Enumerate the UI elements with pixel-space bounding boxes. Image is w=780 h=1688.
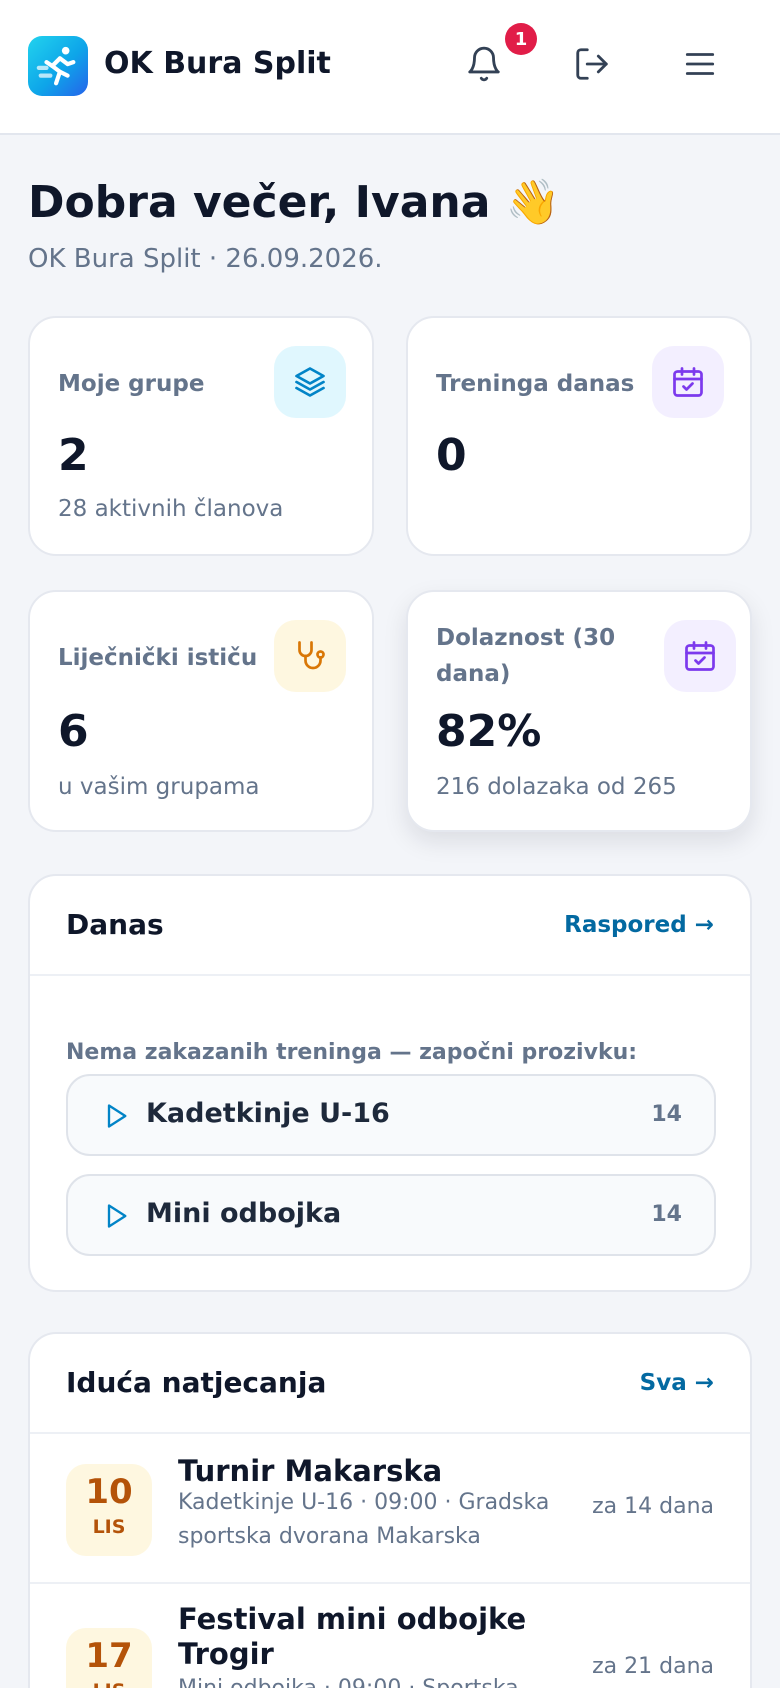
date-month: LIS bbox=[66, 1680, 152, 1688]
stat-sub: u vašim grupama bbox=[58, 774, 260, 800]
stat-label: Treninga danas bbox=[436, 371, 635, 397]
runner-logo-icon[interactable] bbox=[28, 36, 88, 96]
stat-card-trainings-today[interactable]: Treninga danas 0 bbox=[406, 316, 752, 556]
notification-badge: 1 bbox=[505, 23, 537, 55]
competition-meta: Mini odbojka · 09:00 · Sportska dvorana … bbox=[178, 1672, 568, 1688]
group-name: Mini odbojka bbox=[146, 1198, 342, 1229]
group-member-count: 14 bbox=[651, 1102, 682, 1127]
start-rollcall-kadetkinje[interactable]: Kadetkinje U-16 14 bbox=[66, 1074, 716, 1156]
all-competitions-link[interactable]: Sva → bbox=[640, 1370, 714, 1396]
stat-value: 2 bbox=[58, 430, 89, 481]
stat-label: Liječnički ističu bbox=[58, 645, 258, 671]
date-badge: 10 LIS bbox=[66, 1464, 152, 1556]
competition-title: Turnir Makarska bbox=[178, 1454, 443, 1488]
today-title: Danas bbox=[66, 908, 164, 941]
stat-sub: 216 dolazaka od 265 bbox=[436, 774, 677, 800]
schedule-link[interactable]: Raspored → bbox=[564, 912, 714, 938]
competition-title: Festival mini odbojke Trogir bbox=[178, 1602, 527, 1671]
group-name: Kadetkinje U-16 bbox=[146, 1098, 390, 1129]
today-panel: Danas Raspored → Nema zakazanih treninga… bbox=[28, 874, 752, 1292]
stat-value: 82% bbox=[436, 706, 542, 757]
bell-icon bbox=[468, 46, 500, 82]
stat-card-medicals-expiring[interactable]: Liječnički ističu 6 u vašim grupama bbox=[28, 590, 374, 832]
stat-value: 6 bbox=[58, 706, 89, 757]
date-badge: 17 LIS bbox=[66, 1628, 152, 1688]
date-day: 10 bbox=[85, 1472, 133, 1512]
stat-label: Moje grupe bbox=[58, 371, 205, 397]
play-icon bbox=[107, 1204, 127, 1228]
menu-button[interactable] bbox=[668, 32, 732, 96]
competition-item[interactable]: 10 LIS Turnir Makarska Kadetkinje U-16 ·… bbox=[30, 1434, 750, 1584]
stat-label: Dolaznost (30 dana) bbox=[436, 625, 616, 687]
layers-icon bbox=[274, 346, 346, 418]
greeting-title: Dobra večer, Ivana 👋 bbox=[28, 177, 561, 228]
calendar-check-icon bbox=[664, 620, 736, 692]
logout-button[interactable] bbox=[560, 32, 624, 96]
greeting-subtitle: OK Bura Split · 26.09.2026. bbox=[28, 244, 383, 274]
play-icon bbox=[107, 1104, 127, 1128]
today-panel-header: Danas Raspored → bbox=[30, 876, 750, 976]
app-header: OK Bura Split 1 bbox=[0, 0, 780, 135]
group-member-count: 14 bbox=[651, 1202, 682, 1227]
brand-name[interactable]: OK Bura Split bbox=[104, 46, 331, 81]
competitions-panel: Iduća natjecanja Sva → 10 LIS Turnir Mak… bbox=[28, 1332, 752, 1688]
stat-value: 0 bbox=[436, 430, 467, 481]
date-day: 17 bbox=[85, 1636, 133, 1676]
stat-card-groups[interactable]: Moje grupe 2 28 aktivnih članova bbox=[28, 316, 374, 556]
competitions-title: Iduća natjecanja bbox=[66, 1366, 327, 1399]
competition-item[interactable]: 17 LIS Festival mini odbojke Trogir Mini… bbox=[30, 1584, 750, 1688]
menu-icon bbox=[685, 53, 715, 75]
competition-meta: Kadetkinje U-16 · 09:00 · Gradska sports… bbox=[178, 1490, 550, 1549]
competition-countdown: za 21 dana bbox=[592, 1654, 714, 1679]
competitions-panel-header: Iduća natjecanja Sva → bbox=[30, 1334, 750, 1434]
no-trainings-hint: Nema zakazanih treninga — započni proziv… bbox=[66, 1040, 638, 1065]
start-rollcall-mini-odbojka[interactable]: Mini odbojka 14 bbox=[66, 1174, 716, 1256]
competition-countdown: za 14 dana bbox=[592, 1494, 714, 1519]
stethoscope-icon bbox=[274, 620, 346, 692]
stat-card-attendance[interactable]: Dolaznost (30 dana) 82% 216 dolazaka od … bbox=[406, 590, 752, 832]
logout-icon bbox=[576, 48, 608, 80]
stat-sub: 28 aktivnih članova bbox=[58, 496, 284, 522]
calendar-check-icon bbox=[652, 346, 724, 418]
date-month: LIS bbox=[92, 1516, 126, 1538]
